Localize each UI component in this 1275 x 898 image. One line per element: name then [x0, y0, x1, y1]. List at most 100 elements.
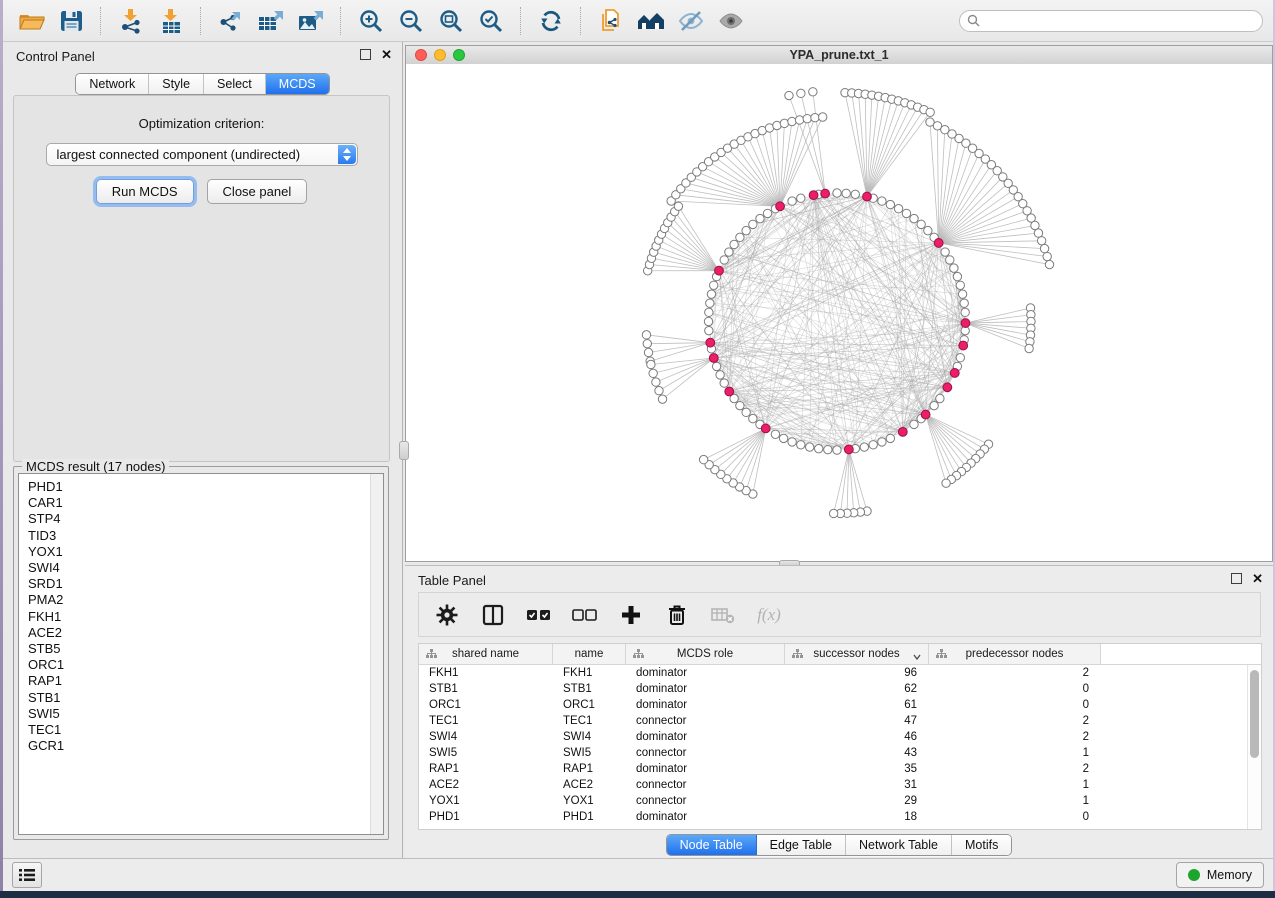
table-cell: FKH1	[419, 667, 553, 679]
table-row[interactable]: YOX1YOX1connector291	[419, 793, 1261, 809]
first-neighbors-icon[interactable]	[633, 4, 669, 38]
mcds-result-item[interactable]: STB5	[28, 641, 383, 657]
mcds-result-item[interactable]: RAP1	[28, 673, 383, 689]
table-row[interactable]: STB1STB1dominator620	[419, 681, 1261, 697]
table-row[interactable]: ACE2ACE2connector311	[419, 777, 1261, 793]
table-row[interactable]: SWI4SWI4dominator462	[419, 729, 1261, 745]
hide-selected-eye-icon[interactable]	[673, 4, 709, 38]
table-row[interactable]: FKH1FKH1dominator962	[419, 665, 1261, 681]
import-table-icon[interactable]	[153, 4, 189, 38]
mcds-result-item[interactable]: YOX1	[28, 544, 383, 560]
add-column-plus-icon[interactable]	[613, 597, 649, 633]
mcds-result-item[interactable]: TID3	[28, 528, 383, 544]
show-panels-list-icon[interactable]	[12, 862, 42, 888]
column-header-MCDS-role[interactable]: MCDS role	[626, 644, 785, 664]
table-cell: TEC1	[553, 715, 626, 727]
network-canvas[interactable]	[406, 64, 1272, 561]
zoom-in-icon[interactable]	[353, 4, 389, 38]
table-row[interactable]: SWI5SWI5connector431	[419, 745, 1261, 761]
table-cell: 96	[785, 667, 929, 679]
deselect-all-columns-icon[interactable]	[567, 597, 603, 633]
tab-network-table[interactable]: Network Table	[846, 835, 952, 855]
mcds-result-item[interactable]: GCR1	[28, 738, 383, 754]
vertical-splitter-handle[interactable]	[399, 441, 409, 460]
mcds-result-item[interactable]: FKH1	[28, 609, 383, 625]
tab-style[interactable]: Style	[149, 74, 204, 94]
criterion-selected-value: largest connected component (undirected)	[57, 147, 301, 162]
table-row[interactable]: ORC1ORC1dominator610	[419, 697, 1261, 713]
tab-edge-table[interactable]: Edge Table	[757, 835, 846, 855]
apply-layout-refresh-icon[interactable]	[533, 4, 569, 38]
zoom-fit-icon[interactable]	[433, 4, 469, 38]
float-table-panel-icon[interactable]	[1231, 573, 1242, 584]
network-window-title: YPA_prune.txt_1	[406, 48, 1272, 62]
memory-button[interactable]: Memory	[1176, 862, 1264, 888]
export-table-icon[interactable]	[253, 4, 289, 38]
table-cell: dominator	[626, 731, 785, 743]
control-panel-header: Control Panel ✕	[3, 42, 402, 68]
run-mcds-button[interactable]: Run MCDS	[96, 179, 194, 204]
node-table[interactable]: shared namenameMCDS rolesuccessor nodesp…	[418, 643, 1262, 830]
column-header-predecessor-nodes[interactable]: predecessor nodes	[929, 644, 1101, 664]
criterion-select[interactable]: largest connected component (undirected)	[46, 143, 358, 166]
delete-columns-trash-icon[interactable]	[659, 597, 695, 633]
column-header-successor-nodes[interactable]: successor nodes	[785, 644, 929, 664]
mcds-result-item[interactable]: SRD1	[28, 576, 383, 592]
mcds-result-item[interactable]: ORC1	[28, 657, 383, 673]
table-row[interactable]: PHD1PHD1dominator180	[419, 809, 1261, 825]
mcds-result-item[interactable]: SWI4	[28, 560, 383, 576]
tab-mcds[interactable]: MCDS	[266, 74, 329, 94]
mcds-result-item[interactable]: CAR1	[28, 495, 383, 511]
table-settings-gear-icon[interactable]	[429, 597, 465, 633]
mcds-result-item[interactable]: PHD1	[28, 479, 383, 495]
table-cell: dominator	[626, 763, 785, 775]
mcds-result-item[interactable]: SWI5	[28, 706, 383, 722]
show-all-eye-icon[interactable]	[713, 4, 749, 38]
tab-select[interactable]: Select	[204, 74, 266, 94]
close-panel-icon[interactable]: ✕	[381, 50, 392, 60]
mcds-result-list[interactable]: PHD1CAR1STP4TID3YOX1SWI4SRD1PMA2FKH1ACE2…	[18, 473, 384, 835]
network-window: YPA_prune.txt_1	[405, 45, 1273, 562]
desktop-edge-bottom	[0, 891, 1275, 898]
column-header-shared-name[interactable]: shared name	[419, 644, 553, 664]
table-row[interactable]: TEC1TEC1connector472	[419, 713, 1261, 729]
result-list-scrollbar[interactable]	[370, 474, 383, 834]
table-row[interactable]: RAP1RAP1dominator352	[419, 761, 1261, 777]
clone-network-icon[interactable]	[593, 4, 629, 38]
select-spinner-icon[interactable]	[338, 145, 356, 164]
open-file-icon[interactable]	[13, 4, 49, 38]
mcds-result-item[interactable]: ACE2	[28, 625, 383, 641]
table-toolbar: f(x)	[418, 592, 1261, 637]
tab-node-table[interactable]: Node Table	[667, 835, 757, 855]
memory-status-icon	[1188, 869, 1200, 881]
mcds-result-item[interactable]: STB1	[28, 690, 383, 706]
export-network-icon[interactable]	[213, 4, 249, 38]
mcds-result-item[interactable]: STP4	[28, 511, 383, 527]
zoom-out-icon[interactable]	[393, 4, 429, 38]
node-table-header: shared namenameMCDS rolesuccessor nodesp…	[419, 644, 1261, 665]
import-network-icon[interactable]	[113, 4, 149, 38]
float-panel-icon[interactable]	[360, 49, 371, 60]
table-scrollbar[interactable]	[1247, 665, 1261, 829]
search-input[interactable]	[985, 13, 1255, 29]
tab-motifs[interactable]: Motifs	[952, 835, 1011, 855]
table-scrollbar-thumb[interactable]	[1250, 670, 1259, 758]
show-columns-icon[interactable]	[475, 597, 511, 633]
table-cell: 1	[929, 779, 1101, 791]
table-cell: 0	[929, 699, 1101, 711]
table-cell: 35	[785, 763, 929, 775]
close-table-panel-icon[interactable]: ✕	[1252, 574, 1263, 584]
table-cell: 47	[785, 715, 929, 727]
select-all-columns-icon[interactable]	[521, 597, 557, 633]
mcds-result-item[interactable]: PMA2	[28, 592, 383, 608]
network-window-titlebar[interactable]: YPA_prune.txt_1	[406, 46, 1272, 65]
column-header-name[interactable]: name	[553, 644, 626, 664]
mcds-result-item[interactable]: TEC1	[28, 722, 383, 738]
close-panel-button[interactable]: Close panel	[207, 179, 308, 204]
save-session-icon[interactable]	[53, 4, 89, 38]
export-image-icon[interactable]	[293, 4, 329, 38]
tab-network[interactable]: Network	[76, 74, 149, 94]
optimization-criterion-label: Optimization criterion:	[14, 116, 389, 131]
zoom-selected-icon[interactable]	[473, 4, 509, 38]
search-box[interactable]	[959, 10, 1263, 32]
